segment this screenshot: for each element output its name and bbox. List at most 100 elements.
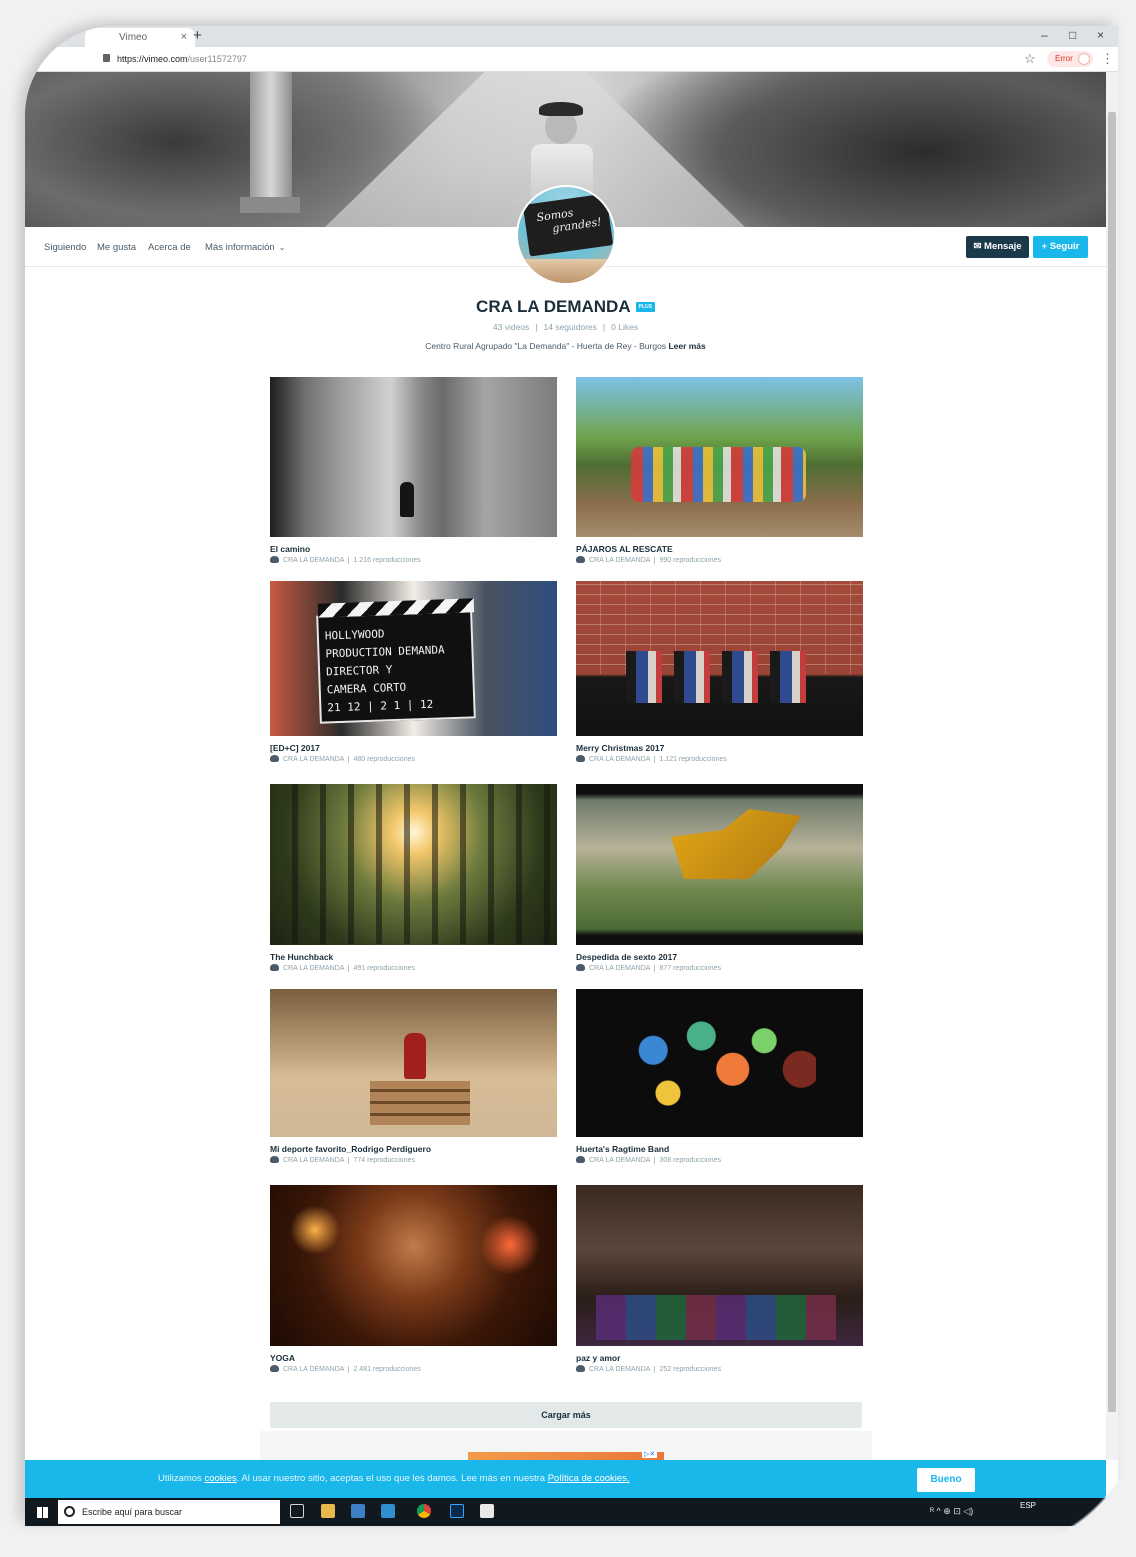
video-card[interactable]: El camino CRA LA DEMANDA 1.216 reproducci…: [270, 377, 557, 564]
follow-button[interactable]: + Seguir: [1033, 236, 1088, 258]
video-thumbnail[interactable]: [270, 377, 557, 537]
maximize-icon[interactable]: □: [1069, 28, 1076, 42]
cookies-link[interactable]: cookies: [204, 1473, 236, 1484]
video-author[interactable]: CRA LA DEMANDA: [589, 1366, 650, 1373]
video-author[interactable]: CRA LA DEMANDA: [589, 965, 650, 972]
load-more-button[interactable]: Cargar más: [270, 1402, 862, 1428]
minimize-icon[interactable]: –: [1041, 28, 1048, 42]
video-title[interactable]: [ED+C] 2017: [270, 743, 557, 753]
video-title[interactable]: Despedida de sexto 2017: [576, 952, 863, 962]
system-tray-icons[interactable]: ᴿ ^ ⊕ ⊡ ◁): [930, 1506, 973, 1517]
video-meta: CRA LA DEMANDA 990 reproducciones: [576, 556, 863, 564]
video-thumbnail[interactable]: [270, 989, 557, 1137]
video-thumbnail[interactable]: [576, 784, 863, 945]
nav-me-gusta[interactable]: Me gusta: [97, 242, 136, 253]
page-scrollbar[interactable]: [1106, 72, 1118, 1460]
video-plays: 774 reproducciones: [353, 1157, 415, 1164]
cover-pillar-base: [240, 197, 300, 213]
meta-separator: [654, 557, 656, 564]
video-card[interactable]: The Hunchback CRA LA DEMANDA 491 reproduc…: [270, 784, 557, 972]
avatar-ledge: [518, 259, 614, 283]
video-author[interactable]: CRA LA DEMANDA: [589, 1157, 650, 1164]
profile-name: CRA LA DEMANDA PLUS: [25, 297, 1106, 317]
profile-error-button[interactable]: Error: [1047, 51, 1093, 67]
profile-avatar[interactable]: Somos grandes!: [516, 185, 616, 285]
lock-icon[interactable]: [103, 54, 110, 62]
video-author[interactable]: CRA LA DEMANDA: [283, 965, 344, 972]
mail-icon[interactable]: [480, 1504, 494, 1518]
video-author[interactable]: CRA LA DEMANDA: [283, 1157, 344, 1164]
video-author[interactable]: CRA LA DEMANDA: [283, 1366, 344, 1373]
video-card[interactable]: Merry Christmas 2017 CRA LA DEMANDA 1.121…: [576, 581, 863, 763]
video-thumbnail[interactable]: [270, 784, 557, 945]
scrollbar-thumb[interactable]: [1108, 112, 1116, 1412]
video-plays: 2.481 reproducciones: [353, 1366, 421, 1373]
new-tab-button[interactable]: +: [193, 27, 202, 44]
video-author[interactable]: CRA LA DEMANDA: [589, 557, 650, 564]
tab-close-icon[interactable]: ×: [181, 31, 187, 43]
video-author[interactable]: CRA LA DEMANDA: [283, 557, 344, 564]
read-more-link[interactable]: Leer más: [668, 341, 705, 351]
video-meta: CRA LA DEMANDA 2.481 reproducciones: [270, 1365, 557, 1373]
video-card[interactable]: Despedida de sexto 2017 CRA LA DEMANDA 87…: [576, 784, 863, 972]
ad-close-icon[interactable]: ▷✕: [642, 1450, 658, 1458]
profile-name-text: CRA LA DEMANDA: [476, 297, 631, 316]
chrome-icon[interactable]: [417, 1504, 431, 1518]
app-icon-2[interactable]: [381, 1504, 395, 1518]
url-field[interactable]: https://vimeo.com/user11572797: [117, 54, 247, 64]
browser-tab[interactable]: Vimeo ×: [85, 28, 195, 47]
photoshop-icon[interactable]: [450, 1504, 464, 1518]
browser-menu-icon[interactable]: ⋮: [1101, 51, 1114, 67]
nav-siguiendo[interactable]: Siguiendo: [44, 242, 86, 253]
video-author[interactable]: CRA LA DEMANDA: [589, 756, 650, 763]
taskbar-search-box[interactable]: Escribe aquí para buscar ⊍: [58, 1500, 299, 1524]
author-avatar-icon: [270, 1156, 279, 1163]
language-indicator[interactable]: ESP: [1020, 1501, 1036, 1511]
video-plays: 480 reproducciones: [353, 756, 415, 763]
nav-mas-informacion[interactable]: Más información ⌄: [205, 242, 285, 253]
cookie-policy-link[interactable]: Política de cookies.: [548, 1473, 630, 1484]
window-close-icon[interactable]: ×: [1097, 28, 1104, 42]
video-title[interactable]: paz y amor: [576, 1353, 863, 1363]
windows-start-icon[interactable]: [37, 1507, 48, 1518]
app-icon-1[interactable]: [351, 1504, 365, 1518]
author-avatar-icon: [576, 1156, 585, 1163]
video-title[interactable]: Merry Christmas 2017: [576, 743, 863, 753]
video-author[interactable]: CRA LA DEMANDA: [283, 756, 344, 763]
video-card[interactable]: Huerta's Ragtime Band CRA LA DEMANDA 308 …: [576, 989, 863, 1164]
video-card[interactable]: HOLLYWOOD PRODUCTION DEMANDA DIRECTOR Y …: [270, 581, 557, 763]
video-thumbnail[interactable]: [576, 377, 863, 537]
file-explorer-icon[interactable]: [321, 1504, 335, 1518]
author-avatar-icon: [270, 1365, 279, 1372]
video-title[interactable]: El camino: [270, 544, 557, 554]
meta-separator: [348, 1157, 350, 1164]
likes-count[interactable]: 0 Likes: [611, 322, 638, 332]
video-title[interactable]: Mi deporte favorito_Rodrigo Perdiguero: [270, 1144, 557, 1154]
video-thumbnail[interactable]: [576, 989, 863, 1137]
tab-title: Vimeo: [119, 32, 148, 43]
task-view-icon[interactable]: [290, 1504, 304, 1518]
message-button[interactable]: ✉ Mensaje: [966, 236, 1029, 258]
videos-count[interactable]: 43 videos: [493, 322, 529, 332]
followers-count[interactable]: 14 seguidores: [544, 322, 597, 332]
video-thumbnail[interactable]: [576, 1185, 863, 1346]
video-thumbnail[interactable]: [270, 1185, 557, 1346]
video-thumbnail[interactable]: HOLLYWOOD PRODUCTION DEMANDA DIRECTOR Y …: [270, 581, 557, 736]
video-card[interactable]: PÁJAROS AL RESCATE CRA LA DEMANDA 990 rep…: [576, 377, 863, 564]
video-card[interactable]: Mi deporte favorito_Rodrigo Perdiguero C…: [270, 989, 557, 1164]
video-meta: CRA LA DEMANDA 252 reproducciones: [576, 1365, 863, 1373]
video-card[interactable]: paz y amor CRA LA DEMANDA 252 reproduccio…: [576, 1185, 863, 1373]
video-thumbnail[interactable]: [576, 581, 863, 736]
video-title[interactable]: YOGA: [270, 1353, 557, 1363]
video-title[interactable]: The Hunchback: [270, 952, 557, 962]
cookie-accept-button[interactable]: Bueno: [917, 1468, 975, 1492]
nav-acerca-de[interactable]: Acerca de: [148, 242, 191, 253]
video-card[interactable]: YOGA CRA LA DEMANDA 2.481 reproducciones: [270, 1185, 557, 1373]
plus-badge: PLUS: [635, 302, 655, 312]
clapper-line-5: 21 12 | 2 1 | 12: [327, 697, 434, 715]
bookmark-star-icon[interactable]: ☆: [1024, 51, 1036, 67]
stats-separator: |: [535, 322, 538, 332]
video-title[interactable]: PÁJAROS AL RESCATE: [576, 544, 863, 554]
address-toolbar: https://vimeo.com/user11572797 ☆ Error ⋮: [25, 47, 1118, 72]
video-title[interactable]: Huerta's Ragtime Band: [576, 1144, 863, 1154]
